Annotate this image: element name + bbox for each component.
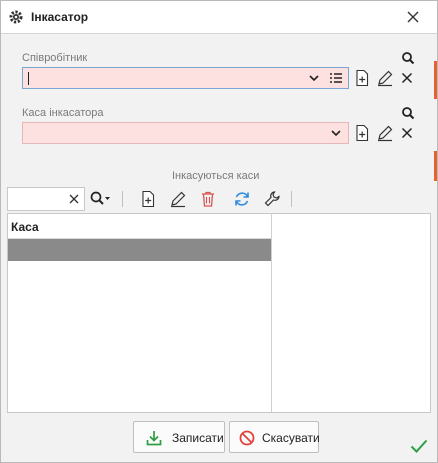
title-bar: Інкасатор — [1, 1, 437, 34]
refresh-icon[interactable] — [233, 190, 251, 208]
save-button-label: Записати — [172, 431, 224, 445]
edit-pencil-icon[interactable] — [376, 69, 394, 87]
list-select-icon[interactable] — [329, 71, 343, 85]
delete-icon[interactable] — [199, 190, 217, 208]
accent-mark — [434, 61, 437, 99]
clear-icon[interactable] — [68, 193, 80, 205]
toolbar-separator — [291, 191, 292, 207]
employee-field[interactable] — [22, 67, 349, 89]
search-icon[interactable] — [401, 51, 415, 65]
cancel-icon — [239, 430, 255, 446]
accent-mark — [434, 151, 437, 181]
cashbox-label: Каса інкасатора — [22, 107, 104, 119]
window-title: Інкасатор — [31, 10, 89, 24]
save-button[interactable]: Записати — [133, 421, 225, 453]
cancel-button-label: Скасувати — [262, 431, 320, 445]
table-row[interactable] — [8, 239, 271, 261]
cashboxes-section-title: Інкасуються каси — [172, 170, 260, 182]
edit-pencil-icon[interactable] — [169, 190, 187, 208]
text-cursor — [28, 72, 29, 85]
chevron-down-icon[interactable] — [329, 126, 343, 140]
search-icon[interactable] — [401, 106, 415, 120]
column-header-label: Каса — [11, 220, 39, 234]
column-header-cashbox[interactable]: Каса — [8, 214, 271, 239]
cashbox-field[interactable] — [22, 122, 349, 144]
add-row-icon[interactable] — [139, 190, 157, 208]
save-download-icon — [146, 431, 162, 446]
cancel-button[interactable]: Скасувати — [229, 421, 320, 453]
employee-label: Співробітник — [22, 52, 88, 64]
clear-icon[interactable] — [400, 71, 414, 85]
toolbar-separator — [122, 191, 123, 207]
checkmark-icon — [410, 439, 428, 453]
panel-divider — [271, 214, 272, 412]
chevron-down-icon[interactable] — [307, 71, 321, 85]
close-icon[interactable] — [405, 9, 421, 25]
search-options-icon[interactable] — [89, 190, 111, 208]
grid-search-input[interactable] — [7, 187, 85, 211]
new-document-icon[interactable] — [353, 124, 371, 142]
clear-icon[interactable] — [400, 126, 414, 140]
wrench-icon[interactable] — [263, 190, 281, 208]
cashboxes-table[interactable]: Каса — [7, 213, 431, 413]
gear-icon — [9, 10, 23, 24]
new-document-icon[interactable] — [353, 69, 371, 87]
dialog-window: Інкасатор Співробітник Каса інкасатора І… — [0, 0, 438, 463]
edit-pencil-icon[interactable] — [376, 124, 394, 142]
